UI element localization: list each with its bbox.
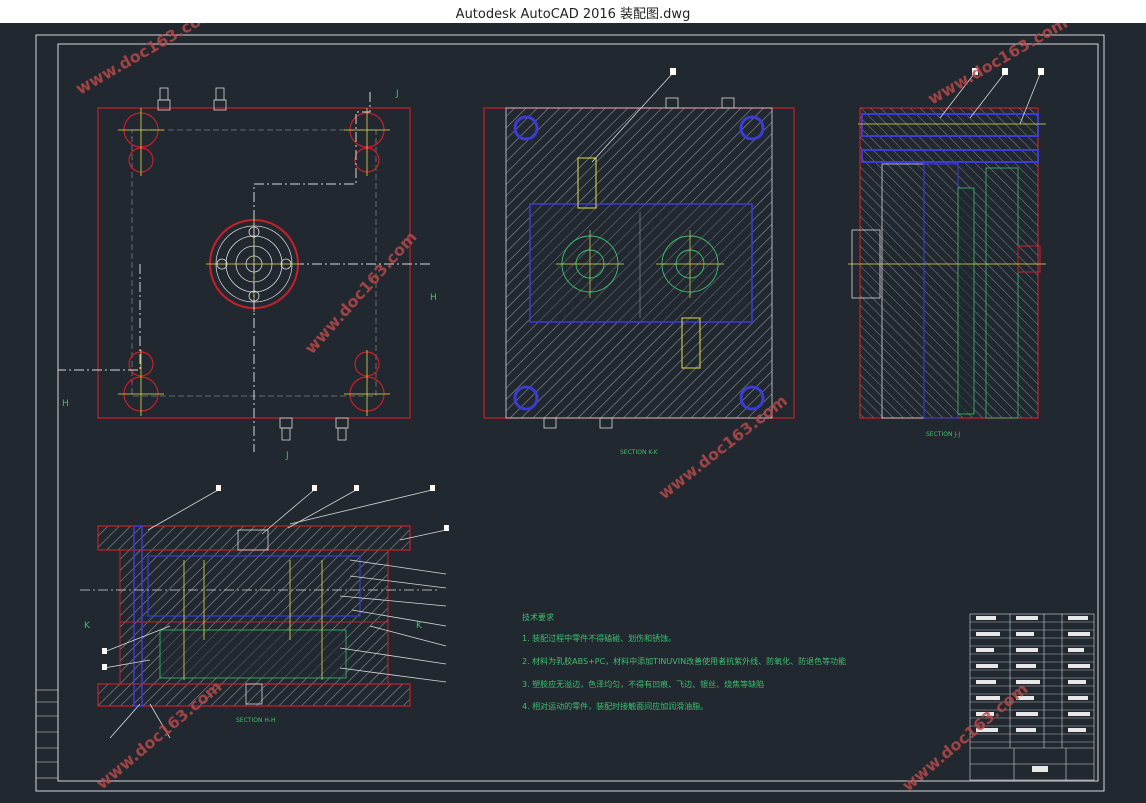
watermark-2: www.doc163.com — [301, 228, 421, 358]
section-jj-caption: SECTION J-J — [926, 431, 960, 438]
tech-item-1: 1. 装配过程中零件不得磕碰、划伤和锈蚀。 — [522, 633, 676, 643]
section-k-marker-right: K — [416, 621, 423, 631]
section-jj-view[interactable]: SECTION J-J — [848, 68, 1046, 438]
window-titlebar: Autodesk AutoCAD 2016 装配图.dwg — [0, 0, 1146, 23]
watermark-1: www.doc163.com — [73, 23, 219, 98]
tech-item-4: 4. 相对运动的零件，装配时接触面间应加润滑油脂。 — [522, 701, 708, 711]
watermark-4: www.doc163.com — [925, 23, 1071, 108]
tech-heading: 技术要求 — [522, 612, 554, 622]
tech-item-3: 3. 塑胶应无溢边，色泽均匀，不得有凹痕、飞边、银丝、烧焦等缺陷 — [522, 679, 764, 689]
tech-requirements: 技术要求 1. 装配过程中零件不得磕碰、划伤和锈蚀。 2. 材料为乳胶ABS+P… — [522, 612, 846, 711]
section-h-right-label: H — [430, 293, 437, 303]
tech-item-2: 2. 材料为乳胶ABS+PC，材料中添加TINUVIN改善使用者抗紫外线、防氧化… — [522, 656, 846, 666]
section-h-left-label: H — [62, 399, 69, 409]
revision-strip — [35, 689, 59, 779]
section-hh-caption: SECTION H-H — [236, 717, 276, 724]
section-j-top-label: J — [395, 89, 399, 99]
section-kk-view[interactable]: SECTION K-K — [483, 68, 795, 456]
section-hh-view[interactable]: K K SECTION H-H — [80, 485, 449, 739]
section-j-bottom-label: J — [285, 451, 289, 461]
section-kk-caption: SECTION K-K — [620, 449, 659, 456]
watermark-6: www.doc163.com — [898, 679, 1031, 795]
window-title: Autodesk AutoCAD 2016 装配图.dwg — [455, 7, 691, 22]
section-k-marker-left: K — [84, 621, 91, 631]
drawing-canvas[interactable]: J J H H SECTION K-K SECTION J-J K K SECT… — [0, 3, 1146, 799]
